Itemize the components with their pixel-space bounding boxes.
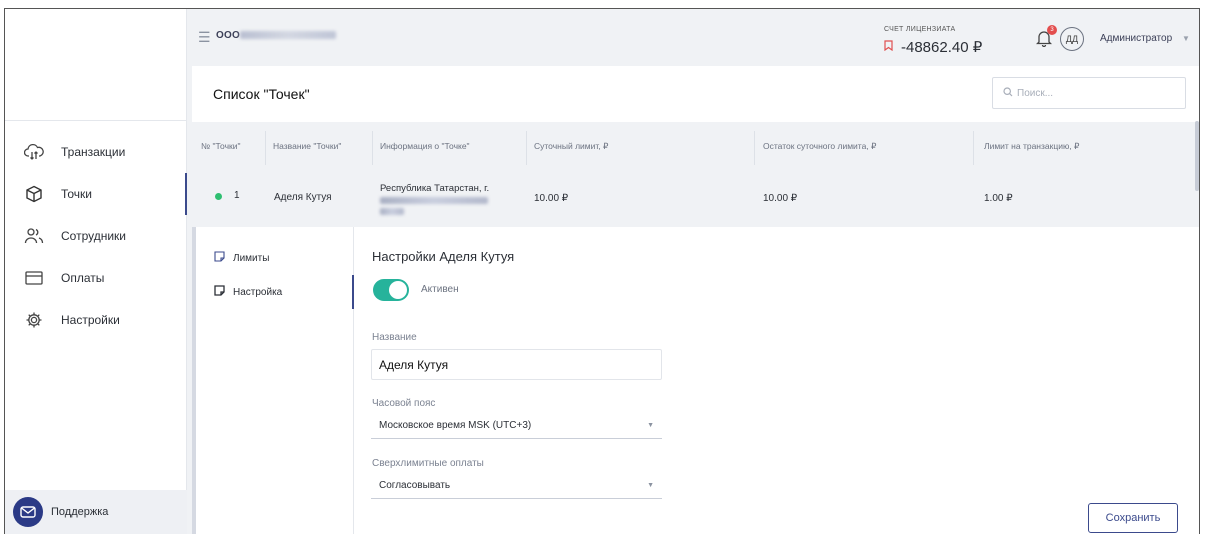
name-field[interactable]: Аделя Кутуя bbox=[371, 349, 662, 380]
column-header-number[interactable]: № "Точки" bbox=[201, 141, 240, 151]
search-placeholder: Поиск... bbox=[1017, 87, 1054, 99]
row-info-redacted bbox=[380, 208, 404, 215]
sidebar-item-label: Оплаты bbox=[61, 271, 105, 285]
column-divider bbox=[372, 131, 373, 165]
toggle-label: Активен bbox=[421, 284, 459, 295]
app-frame: Транзакции Точки Сотрудники Оплаты Настр… bbox=[4, 8, 1200, 534]
support-label: Поддержка bbox=[51, 506, 109, 518]
notifications-bell-icon[interactable]: 3 bbox=[1035, 25, 1057, 49]
sidebar-item-label: Настройки bbox=[61, 313, 120, 327]
note-icon bbox=[214, 251, 225, 265]
overlimit-select[interactable]: Согласовывать ▼ bbox=[371, 473, 662, 499]
search-input[interactable]: Поиск... bbox=[992, 77, 1186, 109]
notification-badge: 3 bbox=[1047, 25, 1057, 35]
chevron-down-icon: ▼ bbox=[647, 482, 654, 489]
save-button[interactable]: Сохранить bbox=[1088, 503, 1178, 533]
row-info-redacted bbox=[380, 197, 488, 204]
account-label: СЧЕТ ЛИЦЕНЗИАТА bbox=[884, 26, 956, 33]
timezone-select[interactable]: Московское время MSK (UTC+3) ▼ bbox=[371, 413, 662, 439]
sidebar-nav: Транзакции Точки Сотрудники Оплаты Настр… bbox=[5, 131, 187, 341]
chevron-down-icon[interactable]: ▼ bbox=[1182, 34, 1190, 43]
row-info: Республика Татарстан, г. bbox=[380, 183, 490, 194]
column-divider bbox=[754, 131, 755, 165]
sidebar-item-label: Точки bbox=[61, 187, 93, 201]
column-header-transaction-limit[interactable]: Лимит на транзакцию, ₽ bbox=[984, 141, 1079, 152]
row-transaction-limit: 1.00 ₽ bbox=[984, 193, 1013, 204]
row-daily-limit: 10.00 ₽ bbox=[534, 193, 569, 204]
tab-limits-label: Лимиты bbox=[233, 252, 270, 264]
sidebar-item-settings[interactable]: Настройки bbox=[5, 299, 186, 341]
account-balance: -48862.40 ₽ bbox=[884, 38, 982, 56]
detail-tabs: Лимиты Настройка bbox=[196, 227, 354, 534]
active-toggle[interactable] bbox=[373, 279, 409, 301]
settings-title: Настройки Аделя Кутуя bbox=[372, 249, 515, 264]
note-icon bbox=[214, 285, 225, 299]
tab-settings[interactable]: Настройка bbox=[196, 275, 354, 309]
name-field-label: Название bbox=[372, 332, 417, 343]
scrollbar[interactable] bbox=[1195, 121, 1199, 191]
overlimit-label: Сверхлимитные оплаты bbox=[372, 458, 484, 469]
row-name: Аделя Кутуя bbox=[274, 192, 332, 203]
column-header-daily-remaining[interactable]: Остаток суточного лимита, ₽ bbox=[763, 141, 876, 152]
overlimit-value: Согласовывать bbox=[379, 480, 451, 491]
account-value: -48862.40 ₽ bbox=[901, 39, 983, 56]
table-row[interactable]: 1 Аделя Кутуя Республика Татарстан, г. 1… bbox=[192, 171, 1199, 223]
sidebar-item-label: Сотрудники bbox=[61, 229, 126, 243]
organization-name-redacted bbox=[240, 31, 336, 39]
sidebar: Транзакции Точки Сотрудники Оплаты Настр… bbox=[5, 9, 187, 534]
cloud-transfer-icon bbox=[23, 141, 45, 163]
page-header: Список "Точек" Поиск... bbox=[192, 66, 1199, 122]
sidebar-item-employees[interactable]: Сотрудники bbox=[5, 215, 186, 257]
tab-settings-label: Настройка bbox=[233, 286, 283, 298]
sidebar-item-payments[interactable]: Оплаты bbox=[5, 257, 186, 299]
column-divider bbox=[973, 131, 974, 165]
mail-icon bbox=[13, 497, 43, 527]
credit-card-icon bbox=[23, 267, 45, 289]
column-header-daily-limit[interactable]: Суточный лимит, ₽ bbox=[534, 141, 608, 152]
top-bar: ☰ ООО СЧЕТ ЛИЦЕНЗИАТА -48862.40 ₽ 3 ДД А… bbox=[188, 9, 1199, 65]
status-dot bbox=[215, 193, 222, 200]
gear-icon bbox=[23, 309, 45, 331]
bookmark-icon bbox=[884, 40, 893, 54]
support-button[interactable]: Поддержка bbox=[5, 490, 187, 534]
page-title: Список "Точек" bbox=[213, 86, 310, 102]
avatar[interactable]: ДД bbox=[1060, 27, 1084, 51]
logo-area bbox=[5, 9, 186, 121]
table-header: № "Точки" Название "Точки" Информация о … bbox=[192, 127, 1199, 169]
cube-icon bbox=[23, 183, 45, 205]
column-divider bbox=[526, 131, 527, 165]
column-header-info[interactable]: Информация о "Точке" bbox=[380, 141, 470, 151]
sidebar-item-label: Транзакции bbox=[61, 145, 126, 159]
tab-limits[interactable]: Лимиты bbox=[196, 241, 353, 275]
hamburger-menu-icon[interactable]: ☰ bbox=[198, 29, 211, 46]
chevron-down-icon: ▼ bbox=[647, 422, 654, 429]
point-detail-panel: Лимиты Настройка Настройки Аделя Кутуя А… bbox=[192, 227, 1199, 534]
sidebar-item-transactions[interactable]: Транзакции bbox=[5, 131, 186, 173]
row-daily-remaining: 10.00 ₽ bbox=[763, 193, 798, 204]
name-field-value: Аделя Кутуя bbox=[379, 357, 449, 372]
timezone-value: Московское время MSK (UTC+3) bbox=[379, 420, 532, 431]
search-icon bbox=[1003, 86, 1013, 100]
timezone-label: Часовой пояс bbox=[372, 398, 436, 409]
users-icon bbox=[23, 225, 45, 247]
sidebar-item-points[interactable]: Точки bbox=[5, 173, 187, 215]
row-number: 1 bbox=[234, 190, 240, 201]
organization-name: ООО bbox=[216, 30, 240, 41]
column-header-name[interactable]: Название "Точки" bbox=[273, 141, 341, 151]
toggle-knob bbox=[389, 281, 407, 299]
user-menu[interactable]: Администратор bbox=[1100, 33, 1172, 44]
column-divider bbox=[265, 131, 266, 165]
